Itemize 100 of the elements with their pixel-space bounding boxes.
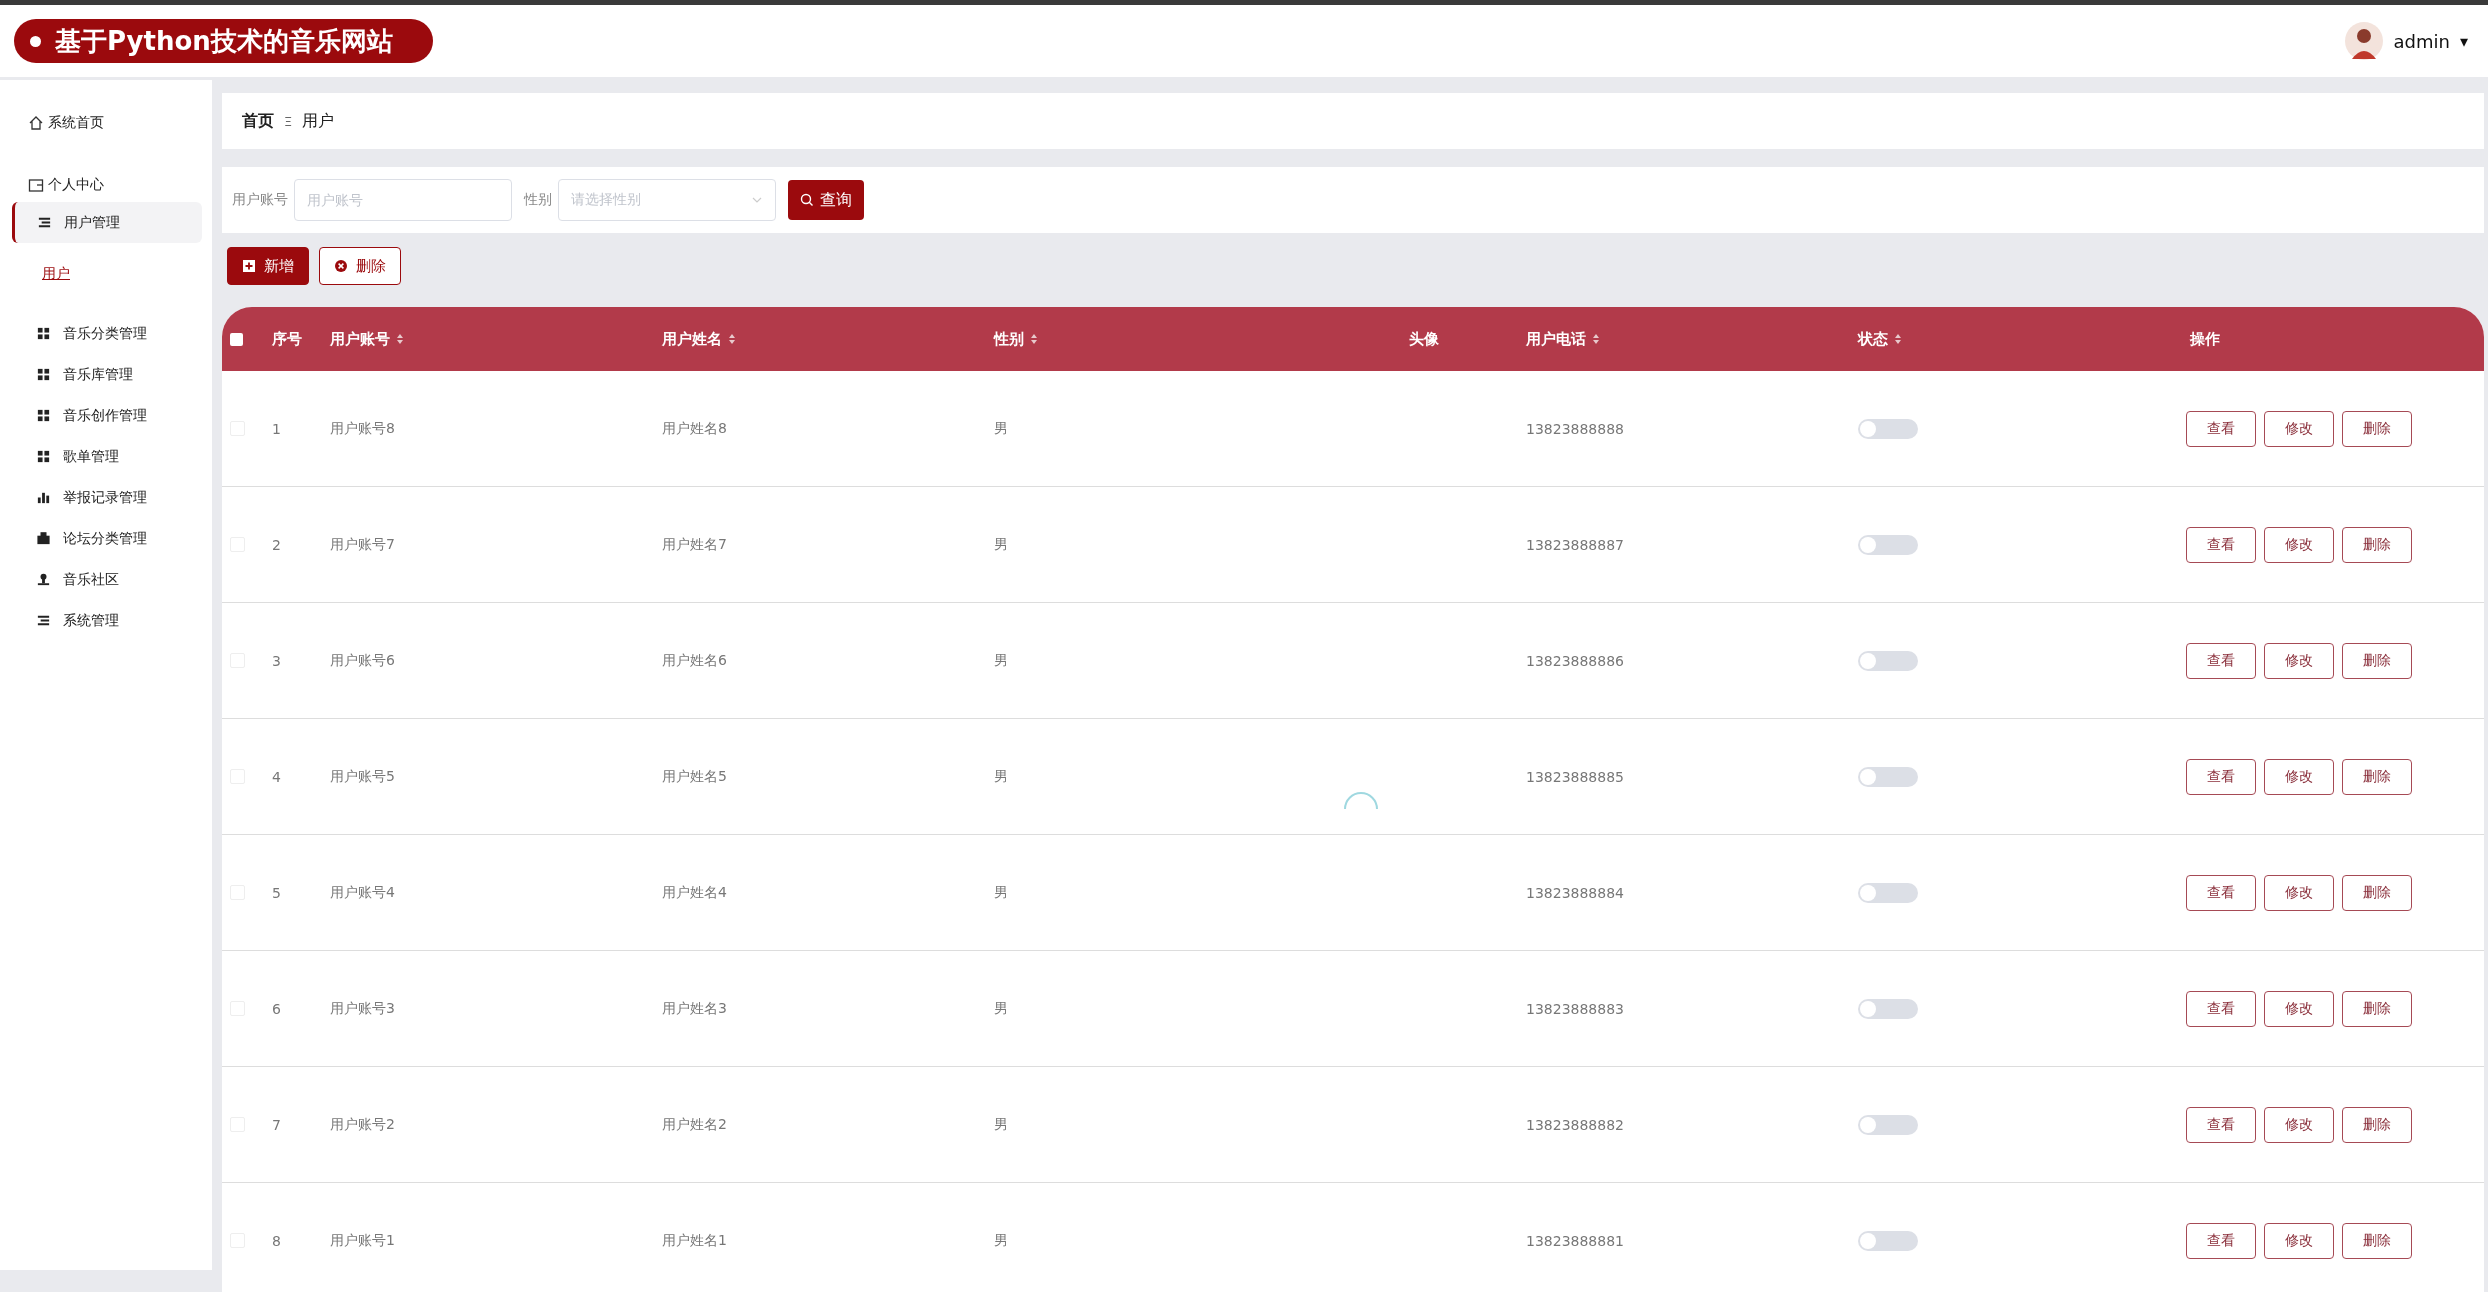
caret-icon[interactable]: ▾ xyxy=(2459,31,2468,51)
column-header[interactable]: 用户电话 xyxy=(1526,329,1600,349)
sort-icon[interactable] xyxy=(396,333,404,345)
view-button[interactable]: 查看 xyxy=(2186,526,2256,563)
user-name[interactable]: admin xyxy=(2393,30,2450,52)
sidebar-item[interactable]: 音乐分类管理 xyxy=(0,313,212,354)
table-cell: 用户姓名1 xyxy=(662,1231,727,1250)
sidebar-item[interactable]: 用户管理 xyxy=(12,202,202,243)
avatar-icon[interactable] xyxy=(2343,21,2384,61)
column-header[interactable]: 状态 xyxy=(1858,329,1902,349)
sort-icon[interactable] xyxy=(728,333,736,345)
search-field[interactable]: 用户账号 xyxy=(294,179,512,221)
table-cell: 用户账号3 xyxy=(330,999,395,1018)
table-cell: 男 xyxy=(994,999,1008,1018)
briefcase-icon xyxy=(36,531,51,546)
table-cell: 6 xyxy=(272,1000,281,1017)
table-cell: 用户账号1 xyxy=(330,1231,395,1250)
table-cell: 用户账号6 xyxy=(330,651,395,670)
sort-icon[interactable] xyxy=(1030,333,1038,345)
table-cell: 13823888884 xyxy=(1526,884,1624,901)
search-button[interactable]: 查询 xyxy=(788,180,864,220)
delete-button[interactable]: 删除 xyxy=(2342,1222,2412,1259)
sidebar-item[interactable]: 系统管理 xyxy=(0,600,212,641)
edit-button[interactable]: 修改 xyxy=(2264,990,2334,1027)
view-button[interactable]: 查看 xyxy=(2186,1222,2256,1259)
table-cell: 13823888887 xyxy=(1526,536,1624,553)
site-title: 基于Python技术的音乐网站 xyxy=(14,19,433,63)
delete-button[interactable]: 删除 xyxy=(319,247,401,285)
plus-icon xyxy=(242,259,256,273)
status-switch[interactable] xyxy=(1858,1114,1918,1135)
edit-button[interactable]: 修改 xyxy=(2264,410,2334,447)
bar-chart-icon xyxy=(36,490,51,505)
status-switch[interactable] xyxy=(1858,418,1918,439)
sidebar-link[interactable]: 用户 xyxy=(42,265,70,283)
sort-icon[interactable] xyxy=(1592,333,1600,345)
view-button[interactable]: 查看 xyxy=(2186,990,2256,1027)
breadcrumb-current: 用户 xyxy=(302,110,335,132)
grid-icon xyxy=(36,326,51,341)
sidebar-item[interactable]: 举报记录管理 xyxy=(0,477,212,518)
table-cell: 13823888886 xyxy=(1526,652,1624,669)
status-switch[interactable] xyxy=(1858,998,1918,1019)
edit-button[interactable]: 修改 xyxy=(2264,874,2334,911)
table-cell: 1 xyxy=(272,420,281,437)
edit-button[interactable]: 修改 xyxy=(2264,1222,2334,1259)
view-button[interactable]: 查看 xyxy=(2186,642,2256,679)
sidebar-item[interactable]: 系统首页 xyxy=(48,114,104,132)
view-button[interactable]: 查看 xyxy=(2186,1106,2256,1143)
table-cell: 用户姓名2 xyxy=(662,1115,727,1134)
sort-icon[interactable] xyxy=(1894,333,1902,345)
grid-icon xyxy=(36,408,51,423)
table-cell: 13823888888 xyxy=(1526,420,1624,437)
grid-icon xyxy=(36,449,51,464)
delete-button[interactable]: 删除 xyxy=(2342,1106,2412,1143)
sidebar-item[interactable]: 音乐创作管理 xyxy=(0,395,212,436)
edit-button[interactable]: 修改 xyxy=(2264,1106,2334,1143)
table-cell: 用户姓名4 xyxy=(662,883,727,902)
search-icon xyxy=(800,193,814,207)
edit-button[interactable]: 修改 xyxy=(2264,526,2334,563)
view-button[interactable]: 查看 xyxy=(2186,410,2256,447)
status-switch[interactable] xyxy=(1858,1230,1918,1251)
edit-button[interactable]: 修改 xyxy=(2264,642,2334,679)
table-cell: 男 xyxy=(994,1115,1008,1134)
table-cell: 男 xyxy=(994,767,1008,786)
column-header[interactable]: 用户姓名 xyxy=(662,329,736,349)
grid-icon xyxy=(36,367,51,382)
loading-spinner-icon xyxy=(1344,792,1378,810)
table-cell: 2 xyxy=(272,536,281,553)
status-switch[interactable] xyxy=(1858,650,1918,671)
delete-button[interactable]: 删除 xyxy=(2342,758,2412,795)
delete-button[interactable]: 删除 xyxy=(2342,874,2412,911)
view-button[interactable]: 查看 xyxy=(2186,758,2256,795)
close-circle-icon xyxy=(334,259,348,273)
delete-button[interactable]: 删除 xyxy=(2342,410,2412,447)
sidebar-item[interactable]: 个人中心 xyxy=(48,176,104,194)
table-cell: 用户姓名3 xyxy=(662,999,727,1018)
sidebar-item[interactable]: 音乐社区 xyxy=(0,559,212,600)
menu-icon xyxy=(37,215,52,230)
table-cell: 13823888882 xyxy=(1526,1116,1624,1133)
status-switch[interactable] xyxy=(1858,766,1918,787)
column-header[interactable]: 用户账号 xyxy=(330,329,404,349)
view-button[interactable]: 查看 xyxy=(2186,874,2256,911)
breadcrumb-link[interactable]: 首页 xyxy=(242,110,274,132)
table-cell: 5 xyxy=(272,884,281,901)
sidebar-item[interactable]: 音乐库管理 xyxy=(0,354,212,395)
add-button[interactable]: 新增 xyxy=(227,247,309,285)
status-switch[interactable] xyxy=(1858,534,1918,555)
home-icon xyxy=(28,115,44,131)
field-label: 性别 xyxy=(524,191,552,209)
sidebar-item[interactable]: 歌单管理 xyxy=(0,436,212,477)
edit-button[interactable]: 修改 xyxy=(2264,758,2334,795)
table-cell: 13823888883 xyxy=(1526,1000,1624,1017)
delete-button[interactable]: 删除 xyxy=(2342,526,2412,563)
select-all-checkbox[interactable] xyxy=(230,332,243,346)
status-switch[interactable] xyxy=(1858,882,1918,903)
delete-button[interactable]: 删除 xyxy=(2342,642,2412,679)
table-cell: 男 xyxy=(994,651,1008,670)
sidebar-item[interactable]: 论坛分类管理 xyxy=(0,518,212,559)
table-cell: 男 xyxy=(994,535,1008,554)
column-header[interactable]: 性别 xyxy=(994,329,1038,349)
delete-button[interactable]: 删除 xyxy=(2342,990,2412,1027)
